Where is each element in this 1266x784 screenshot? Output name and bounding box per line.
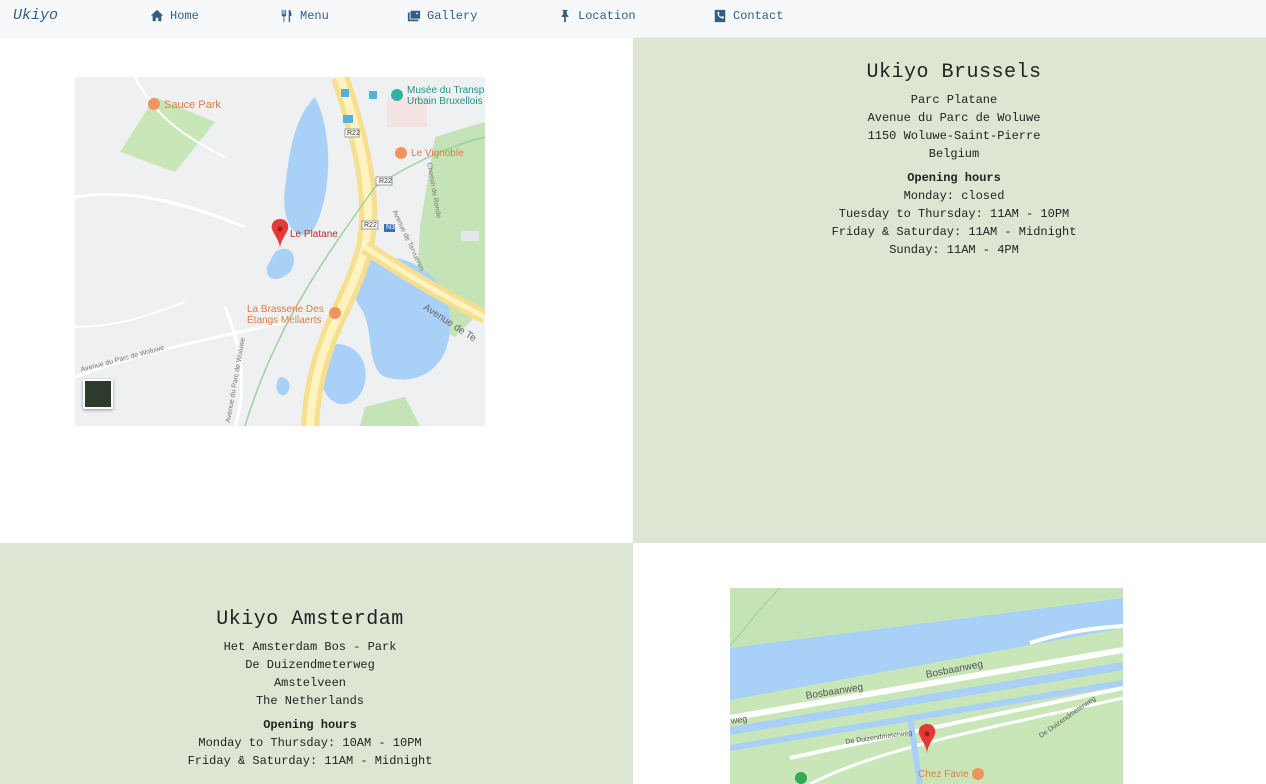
nav-home[interactable]: Home [150, 9, 199, 23]
brussels-hours-line: Sunday: 11AM - 4PM [889, 243, 1019, 257]
pin-icon [558, 9, 572, 23]
nav-contact[interactable]: Contact [713, 9, 783, 23]
nav-menu[interactable]: Menu [280, 9, 329, 23]
nav-menu-label: Menu [300, 9, 329, 23]
images-icon [407, 9, 421, 23]
map-label-platane: Le Platane [290, 229, 338, 240]
nav-gallery-label: Gallery [427, 9, 478, 23]
amsterdam-address-line: De Duizendmeterweg [245, 658, 375, 672]
amsterdam-hours-line: Friday & Saturday: 11AM - Midnight [187, 754, 433, 768]
brussels-address-line: Belgium [928, 147, 980, 161]
amsterdam-map[interactable]: Bosbaanweg Bosbaanweg weg De Duizendmete… [730, 588, 1123, 784]
brand-logo[interactable]: Ukiyo [13, 7, 58, 24]
brussels-hours-line: Tuesday to Thursday: 11AM - 10PM [838, 207, 1070, 221]
brussels-address: Parc Platane Avenue du Parc de Woluwe 11… [633, 91, 1266, 163]
map-label-vignoble: Le Vignoble [411, 148, 464, 159]
map-label-brasserie: La Brasserie Des Étangs Mellaerts [247, 304, 324, 326]
brussels-address-line: Avenue du Parc de Woluwe [867, 111, 1041, 125]
amsterdam-address-line: Het Amsterdam Bos - Park [223, 640, 397, 654]
utensils-icon [280, 9, 294, 23]
amsterdam-hours-line: Monday to Thursday: 10AM - 10PM [198, 736, 422, 750]
brussels-info: Ukiyo Brussels Parc Platane Avenue du Pa… [633, 61, 1266, 259]
amsterdam-info: Ukiyo Amsterdam Het Amsterdam Bos - Park… [0, 608, 620, 770]
nav-location[interactable]: Location [558, 9, 636, 23]
map-shield-r22-a: R22 [347, 130, 360, 137]
amsterdam-address-line: The Netherlands [255, 694, 365, 708]
nav-gallery[interactable]: Gallery [407, 9, 477, 23]
map-shield-r22-c: R22 [364, 222, 377, 229]
satellite-toggle-thumbnail[interactable] [83, 379, 113, 409]
map-label-sauce-park: Sauce Park [164, 99, 221, 111]
phone-icon [713, 9, 727, 23]
amsterdam-hours: Monday to Thursday: 10AM - 10PM Friday &… [0, 734, 620, 770]
nav-contact-label: Contact [733, 9, 784, 23]
home-icon [150, 9, 164, 23]
amsterdam-address-line: Amstelveen [273, 676, 346, 690]
brussels-address-line: Parc Platane [910, 93, 998, 107]
map-shield-n3: N3 [386, 224, 395, 231]
brussels-hours-title: Opening hours [907, 171, 1001, 185]
brussels-hours-line: Friday & Saturday: 11AM - Midnight [831, 225, 1077, 239]
map-label-musee: Musée du Transp Urbain Bruxellois [407, 85, 485, 107]
brussels-hours: Monday: closed Tuesday to Thursday: 11AM… [633, 187, 1266, 259]
nav-location-label: Location [578, 9, 636, 23]
navbar: Ukiyo Home Menu Gallery Location Contact [0, 0, 1266, 38]
nav-home-label: Home [170, 9, 199, 23]
amsterdam-address: Het Amsterdam Bos - Park De Duizendmeter… [0, 638, 620, 710]
brussels-title: Ukiyo Brussels [866, 61, 1042, 84]
map-label-chez-favie: Chez Favie [918, 769, 969, 780]
map-shield-r22-b: R22 [379, 178, 392, 185]
brussels-address-line: 1150 Woluwe-Saint-Pierre [867, 129, 1041, 143]
brussels-map[interactable]: Sauce Park Musée du Transp Urbain Bruxell… [75, 77, 485, 426]
brussels-hours-line: Monday: closed [903, 189, 1005, 203]
amsterdam-title: Ukiyo Amsterdam [216, 608, 404, 631]
amsterdam-hours-title: Opening hours [263, 718, 357, 732]
